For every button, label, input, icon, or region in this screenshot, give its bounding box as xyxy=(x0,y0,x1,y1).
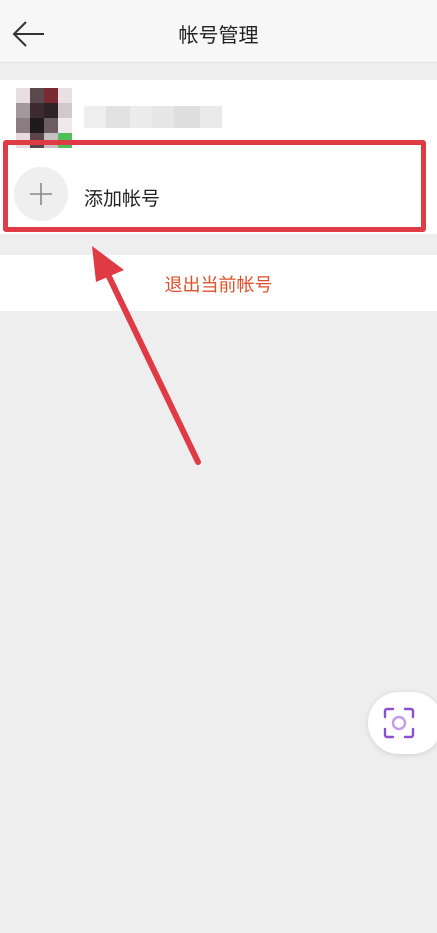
top-bar: 帐号管理 xyxy=(0,0,437,63)
avatar-pixel xyxy=(16,88,30,103)
avatar-pixel xyxy=(58,118,72,133)
avatar-pixel xyxy=(16,118,30,133)
avatar-pixel xyxy=(44,88,58,103)
page-title: 帐号管理 xyxy=(178,23,259,47)
avatar-pixel xyxy=(44,118,58,133)
avatar-pixel xyxy=(16,103,30,118)
floating-scan-button[interactable] xyxy=(368,692,437,754)
highlight-box xyxy=(3,140,426,232)
avatar-pixel xyxy=(30,103,44,118)
logout-label: 退出当前帐号 xyxy=(164,275,273,296)
avatar-pixel xyxy=(44,103,58,118)
avatar-pixel xyxy=(30,118,44,133)
annotation-arrow xyxy=(92,246,201,465)
avatar-pixel xyxy=(58,88,72,103)
scan-icon xyxy=(383,707,415,739)
avatar-pixel xyxy=(30,88,44,103)
account-name-blurred xyxy=(84,106,222,128)
avatar-pixel xyxy=(58,103,72,118)
logout-button[interactable]: 退出当前帐号 xyxy=(0,255,437,311)
avatar xyxy=(16,88,72,148)
